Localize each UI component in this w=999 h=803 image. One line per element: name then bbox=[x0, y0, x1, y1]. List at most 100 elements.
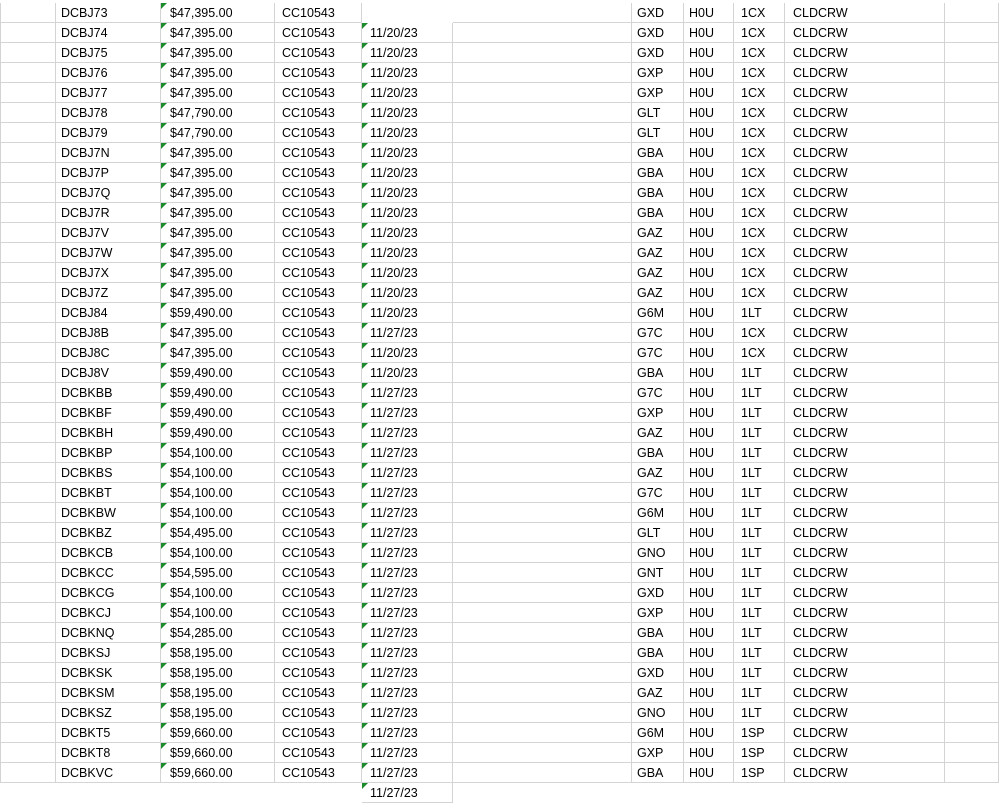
row-header-cell[interactable] bbox=[0, 63, 56, 83]
cell-type[interactable]: CLDCRW bbox=[785, 503, 945, 523]
row-header-cell[interactable] bbox=[0, 543, 56, 563]
row-header-cell[interactable] bbox=[0, 423, 56, 443]
cell-type[interactable]: CLDCRW bbox=[785, 603, 945, 623]
cell-id[interactable]: DCBJ7N bbox=[56, 143, 161, 163]
cell-date[interactable]: 11/27/23 bbox=[362, 783, 453, 803]
cell-location[interactable]: GAZ bbox=[632, 463, 684, 483]
cell-id[interactable]: DCBJ73 bbox=[56, 3, 161, 23]
cell-type[interactable]: CLDCRW bbox=[785, 443, 945, 463]
cell-location[interactable]: GXP bbox=[632, 83, 684, 103]
cell-code[interactable]: CC10543 bbox=[275, 3, 362, 23]
cell-type[interactable]: CLDCRW bbox=[785, 23, 945, 43]
cell-id[interactable]: DCBJ7P bbox=[56, 163, 161, 183]
cell-org[interactable]: H0U bbox=[684, 343, 734, 363]
cell-class[interactable]: 1CX bbox=[734, 3, 785, 23]
cell-id[interactable]: DCBKBH bbox=[56, 423, 161, 443]
cell-empty[interactable] bbox=[945, 303, 999, 323]
cell-amount[interactable]: $58,195.00 bbox=[161, 643, 275, 663]
cell-empty[interactable] bbox=[453, 763, 632, 783]
cell-type[interactable]: CLDCRW bbox=[785, 423, 945, 443]
cell-id[interactable]: DCBKBB bbox=[56, 383, 161, 403]
cell-amount[interactable]: $47,395.00 bbox=[161, 323, 275, 343]
cell-code[interactable]: CC10543 bbox=[275, 323, 362, 343]
cell-id[interactable]: DCBJ8B bbox=[56, 323, 161, 343]
cell-code[interactable]: CC10543 bbox=[275, 343, 362, 363]
cell-location[interactable]: G7C bbox=[632, 483, 684, 503]
cell-empty[interactable] bbox=[453, 423, 632, 443]
row-header-cell[interactable] bbox=[0, 143, 56, 163]
row-header-cell[interactable] bbox=[0, 403, 56, 423]
row-header-cell[interactable] bbox=[0, 83, 56, 103]
cell-amount[interactable]: $47,395.00 bbox=[161, 283, 275, 303]
cell-empty[interactable] bbox=[945, 203, 999, 223]
cell-amount[interactable]: $47,395.00 bbox=[161, 143, 275, 163]
cell-amount[interactable]: $59,490.00 bbox=[161, 403, 275, 423]
cell-amount[interactable]: $58,195.00 bbox=[161, 663, 275, 683]
cell-location[interactable]: GBA bbox=[632, 623, 684, 643]
cell-amount[interactable]: $54,100.00 bbox=[161, 603, 275, 623]
cell-amount[interactable]: $54,100.00 bbox=[161, 543, 275, 563]
cell-type[interactable]: CLDCRW bbox=[785, 263, 945, 283]
cell-id[interactable]: DCBJ74 bbox=[56, 23, 161, 43]
cell-location[interactable]: GAZ bbox=[632, 423, 684, 443]
cell-empty[interactable] bbox=[945, 83, 999, 103]
cell-empty[interactable] bbox=[945, 403, 999, 423]
row-header-cell[interactable] bbox=[0, 743, 56, 763]
cell-id[interactable]: DCBKCG bbox=[56, 583, 161, 603]
cell-id[interactable]: DCBKVC bbox=[56, 763, 161, 783]
cell-class[interactable]: 1LT bbox=[734, 663, 785, 683]
cell-org[interactable]: H0U bbox=[684, 683, 734, 703]
cell-empty[interactable] bbox=[945, 683, 999, 703]
row-header-cell[interactable] bbox=[0, 283, 56, 303]
cell-amount[interactable]: $47,395.00 bbox=[161, 63, 275, 83]
cell-amount[interactable]: $47,790.00 bbox=[161, 103, 275, 123]
cell-org[interactable]: H0U bbox=[684, 383, 734, 403]
cell-empty[interactable] bbox=[453, 183, 632, 203]
cell-empty[interactable] bbox=[945, 363, 999, 383]
cell-class[interactable]: 1LT bbox=[734, 703, 785, 723]
row-header-cell[interactable] bbox=[0, 463, 56, 483]
cell-amount[interactable]: $59,490.00 bbox=[161, 383, 275, 403]
cell-location[interactable]: GBA bbox=[632, 443, 684, 463]
cell-type[interactable]: CLDCRW bbox=[785, 123, 945, 143]
row-header-cell[interactable] bbox=[0, 443, 56, 463]
cell-empty[interactable] bbox=[945, 603, 999, 623]
cell-type[interactable]: CLDCRW bbox=[785, 243, 945, 263]
cell-empty[interactable] bbox=[453, 623, 632, 643]
cell-empty[interactable] bbox=[945, 763, 999, 783]
cell-org[interactable]: H0U bbox=[684, 723, 734, 743]
cell-empty[interactable] bbox=[945, 583, 999, 603]
cell-org[interactable]: H0U bbox=[684, 323, 734, 343]
cell-id[interactable]: DCBKSJ bbox=[56, 643, 161, 663]
cell-code[interactable]: CC10543 bbox=[275, 563, 362, 583]
cell-empty[interactable] bbox=[945, 423, 999, 443]
cell-id[interactable]: DCBJ7X bbox=[56, 263, 161, 283]
cell-empty[interactable] bbox=[945, 263, 999, 283]
cell-location[interactable]: GLT bbox=[632, 103, 684, 123]
cell-code[interactable]: CC10543 bbox=[275, 663, 362, 683]
cell-class[interactable]: 1LT bbox=[734, 523, 785, 543]
cell-type[interactable]: CLDCRW bbox=[785, 543, 945, 563]
cell-org[interactable]: H0U bbox=[684, 523, 734, 543]
cell-location[interactable]: GNT bbox=[632, 563, 684, 583]
cell-class[interactable]: 1LT bbox=[734, 383, 785, 403]
cell-location[interactable]: GBA bbox=[632, 163, 684, 183]
cell-class[interactable]: 1SP bbox=[734, 723, 785, 743]
cell-code[interactable]: CC10543 bbox=[275, 263, 362, 283]
cell-empty[interactable] bbox=[945, 563, 999, 583]
row-header-cell[interactable] bbox=[0, 603, 56, 623]
cell-id[interactable]: DCBJ7Z bbox=[56, 283, 161, 303]
cell-code[interactable]: CC10543 bbox=[275, 203, 362, 223]
cell-code[interactable]: CC10543 bbox=[275, 143, 362, 163]
row-header-cell[interactable] bbox=[0, 43, 56, 63]
cell-empty[interactable] bbox=[945, 503, 999, 523]
cell-code[interactable]: CC10543 bbox=[275, 63, 362, 83]
cell-location[interactable]: GLT bbox=[632, 523, 684, 543]
cell-empty[interactable] bbox=[945, 223, 999, 243]
cell-code[interactable]: CC10543 bbox=[275, 283, 362, 303]
cell-type[interactable]: CLDCRW bbox=[785, 63, 945, 83]
cell-location[interactable]: GXP bbox=[632, 403, 684, 423]
row-header-cell[interactable] bbox=[0, 623, 56, 643]
cell-amount[interactable]: $54,100.00 bbox=[161, 583, 275, 603]
cell-location[interactable]: G7C bbox=[632, 343, 684, 363]
